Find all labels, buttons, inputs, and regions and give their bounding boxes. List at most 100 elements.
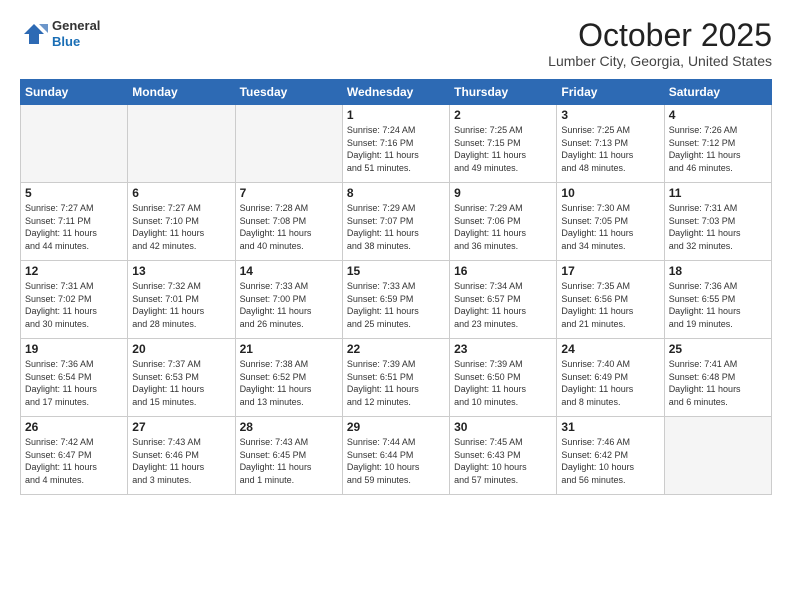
day-number: 3 [561, 108, 659, 122]
day-number: 12 [25, 264, 123, 278]
day-number: 18 [669, 264, 767, 278]
day-number: 26 [25, 420, 123, 434]
day-number: 8 [347, 186, 445, 200]
table-row: 3 Sunrise: 7:25 AM Sunset: 7:13 PM Daylig… [557, 105, 664, 183]
day-info: Sunrise: 7:30 AM Sunset: 7:05 PM Dayligh… [561, 202, 659, 252]
calendar-header-row: Sunday Monday Tuesday Wednesday Thursday… [21, 80, 772, 105]
table-row: 17 Sunrise: 7:35 AM Sunset: 6:56 PM Dayli… [557, 261, 664, 339]
table-row: 31 Sunrise: 7:46 AM Sunset: 6:42 PM Dayli… [557, 417, 664, 495]
table-row [235, 105, 342, 183]
col-wednesday: Wednesday [342, 80, 449, 105]
day-number: 28 [240, 420, 338, 434]
table-row: 21 Sunrise: 7:38 AM Sunset: 6:52 PM Dayli… [235, 339, 342, 417]
day-number: 13 [132, 264, 230, 278]
table-row: 6Sunrise: 7:27 AM Sunset: 7:10 PM Daylig… [128, 183, 235, 261]
day-number: 11 [669, 186, 767, 200]
table-row: 27 Sunrise: 7:43 AM Sunset: 6:46 PM Dayli… [128, 417, 235, 495]
day-info: Sunrise: 7:39 AM Sunset: 6:50 PM Dayligh… [454, 358, 552, 408]
table-row: 30 Sunrise: 7:45 AM Sunset: 6:43 PM Dayli… [450, 417, 557, 495]
day-number: 4 [669, 108, 767, 122]
calendar-week-row: 19 Sunrise: 7:36 AM Sunset: 6:54 PM Dayli… [21, 339, 772, 417]
day-info: Sunrise: 7:35 AM Sunset: 6:56 PM Dayligh… [561, 280, 659, 330]
day-info: Sunrise: 7:36 AM Sunset: 6:54 PM Dayligh… [25, 358, 123, 408]
calendar-week-row: 5 Sunrise: 7:27 AM Sunset: 7:11 PM Daylig… [21, 183, 772, 261]
table-row: 5 Sunrise: 7:27 AM Sunset: 7:11 PM Daylig… [21, 183, 128, 261]
day-number: 7 [240, 186, 338, 200]
day-number: 25 [669, 342, 767, 356]
day-number: 24 [561, 342, 659, 356]
header: General Blue October 2025 Lumber City, G… [20, 18, 772, 69]
col-tuesday: Tuesday [235, 80, 342, 105]
day-info: Sunrise: 7:25 AM Sunset: 7:13 PM Dayligh… [561, 124, 659, 174]
table-row: 2 Sunrise: 7:25 AM Sunset: 7:15 PM Daylig… [450, 105, 557, 183]
table-row: 22Sunrise: 7:39 AM Sunset: 6:51 PM Dayli… [342, 339, 449, 417]
table-row: 29Sunrise: 7:44 AM Sunset: 6:44 PM Dayli… [342, 417, 449, 495]
table-row: 11 Sunrise: 7:31 AM Sunset: 7:03 PM Dayli… [664, 183, 771, 261]
calendar-week-row: 26Sunrise: 7:42 AM Sunset: 6:47 PM Dayli… [21, 417, 772, 495]
table-row: 19 Sunrise: 7:36 AM Sunset: 6:54 PM Dayli… [21, 339, 128, 417]
day-info: Sunrise: 7:34 AM Sunset: 6:57 PM Dayligh… [454, 280, 552, 330]
day-info: Sunrise: 7:38 AM Sunset: 6:52 PM Dayligh… [240, 358, 338, 408]
day-info: Sunrise: 7:31 AM Sunset: 7:03 PM Dayligh… [669, 202, 767, 252]
day-info: Sunrise: 7:37 AM Sunset: 6:53 PM Dayligh… [132, 358, 230, 408]
month-title: October 2025 [548, 18, 772, 53]
col-thursday: Thursday [450, 80, 557, 105]
logo-general: General [52, 18, 100, 34]
table-row: 26Sunrise: 7:42 AM Sunset: 6:47 PM Dayli… [21, 417, 128, 495]
day-number: 19 [25, 342, 123, 356]
day-info: Sunrise: 7:24 AM Sunset: 7:16 PM Dayligh… [347, 124, 445, 174]
col-friday: Friday [557, 80, 664, 105]
table-row: 25 Sunrise: 7:41 AM Sunset: 6:48 PM Dayli… [664, 339, 771, 417]
day-info: Sunrise: 7:43 AM Sunset: 6:46 PM Dayligh… [132, 436, 230, 486]
day-number: 2 [454, 108, 552, 122]
table-row: 18 Sunrise: 7:36 AM Sunset: 6:55 PM Dayli… [664, 261, 771, 339]
day-info: Sunrise: 7:31 AM Sunset: 7:02 PM Dayligh… [25, 280, 123, 330]
table-row: 12 Sunrise: 7:31 AM Sunset: 7:02 PM Dayli… [21, 261, 128, 339]
day-info: Sunrise: 7:26 AM Sunset: 7:12 PM Dayligh… [669, 124, 767, 174]
day-number: 9 [454, 186, 552, 200]
day-number: 17 [561, 264, 659, 278]
day-info: Sunrise: 7:29 AM Sunset: 7:07 PM Dayligh… [347, 202, 445, 252]
calendar-page: General Blue October 2025 Lumber City, G… [0, 0, 792, 612]
calendar-week-row: 12 Sunrise: 7:31 AM Sunset: 7:02 PM Dayli… [21, 261, 772, 339]
day-number: 16 [454, 264, 552, 278]
day-info: Sunrise: 7:39 AM Sunset: 6:51 PM Dayligh… [347, 358, 445, 408]
day-info: Sunrise: 7:36 AM Sunset: 6:55 PM Dayligh… [669, 280, 767, 330]
day-info: Sunrise: 7:41 AM Sunset: 6:48 PM Dayligh… [669, 358, 767, 408]
day-info: Sunrise: 7:33 AM Sunset: 6:59 PM Dayligh… [347, 280, 445, 330]
table-row: 4 Sunrise: 7:26 AM Sunset: 7:12 PM Daylig… [664, 105, 771, 183]
day-info: Sunrise: 7:29 AM Sunset: 7:06 PM Dayligh… [454, 202, 552, 252]
day-number: 14 [240, 264, 338, 278]
day-number: 15 [347, 264, 445, 278]
day-info: Sunrise: 7:25 AM Sunset: 7:15 PM Dayligh… [454, 124, 552, 174]
day-number: 31 [561, 420, 659, 434]
table-row: 14Sunrise: 7:33 AM Sunset: 7:00 PM Dayli… [235, 261, 342, 339]
table-row [128, 105, 235, 183]
day-info: Sunrise: 7:45 AM Sunset: 6:43 PM Dayligh… [454, 436, 552, 486]
day-number: 5 [25, 186, 123, 200]
day-info: Sunrise: 7:43 AM Sunset: 6:45 PM Dayligh… [240, 436, 338, 486]
location: Lumber City, Georgia, United States [548, 53, 772, 69]
table-row: 20Sunrise: 7:37 AM Sunset: 6:53 PM Dayli… [128, 339, 235, 417]
day-info: Sunrise: 7:27 AM Sunset: 7:10 PM Dayligh… [132, 202, 230, 252]
table-row: 7Sunrise: 7:28 AM Sunset: 7:08 PM Daylig… [235, 183, 342, 261]
table-row: 28 Sunrise: 7:43 AM Sunset: 6:45 PM Dayli… [235, 417, 342, 495]
day-info: Sunrise: 7:32 AM Sunset: 7:01 PM Dayligh… [132, 280, 230, 330]
table-row: 8 Sunrise: 7:29 AM Sunset: 7:07 PM Daylig… [342, 183, 449, 261]
day-number: 30 [454, 420, 552, 434]
day-info: Sunrise: 7:27 AM Sunset: 7:11 PM Dayligh… [25, 202, 123, 252]
col-monday: Monday [128, 80, 235, 105]
logo: General Blue [20, 18, 100, 49]
day-info: Sunrise: 7:44 AM Sunset: 6:44 PM Dayligh… [347, 436, 445, 486]
day-number: 27 [132, 420, 230, 434]
day-number: 21 [240, 342, 338, 356]
table-row: 10Sunrise: 7:30 AM Sunset: 7:05 PM Dayli… [557, 183, 664, 261]
day-info: Sunrise: 7:46 AM Sunset: 6:42 PM Dayligh… [561, 436, 659, 486]
table-row: 13 Sunrise: 7:32 AM Sunset: 7:01 PM Dayli… [128, 261, 235, 339]
day-number: 1 [347, 108, 445, 122]
calendar-table: Sunday Monday Tuesday Wednesday Thursday… [20, 79, 772, 495]
table-row: 15 Sunrise: 7:33 AM Sunset: 6:59 PM Dayli… [342, 261, 449, 339]
table-row: 23Sunrise: 7:39 AM Sunset: 6:50 PM Dayli… [450, 339, 557, 417]
logo-blue: Blue [52, 34, 100, 50]
table-row: 9 Sunrise: 7:29 AM Sunset: 7:06 PM Daylig… [450, 183, 557, 261]
